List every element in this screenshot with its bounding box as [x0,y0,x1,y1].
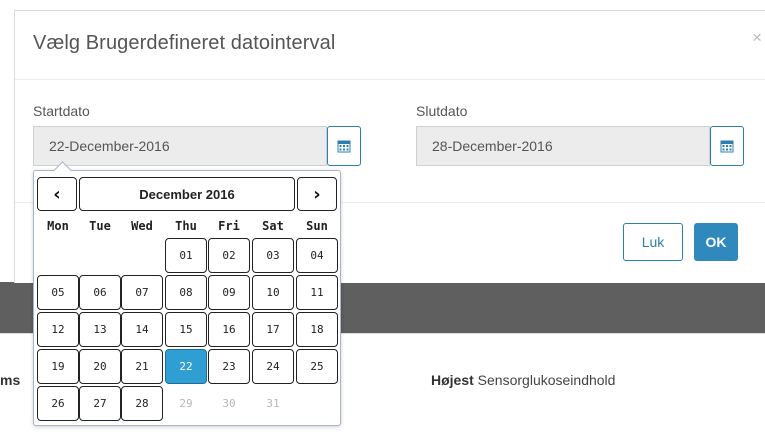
day-cell[interactable]: 25 [296,349,338,384]
end-date-label: Slutdato [416,103,468,119]
weekday-header: Mon [47,219,69,233]
day-cell[interactable]: 07 [121,275,163,310]
day-cell[interactable]: 26 [37,386,79,421]
day-cell: 31 [252,386,294,421]
day-cell[interactable]: 13 [79,312,121,347]
day-cell[interactable]: 08 [165,275,207,310]
day-cell: 29 [165,386,207,421]
weekday-header: Wed [131,219,153,233]
chevron-right-icon: › [313,183,321,205]
day-cell: 30 [208,386,250,421]
weekday-header: Sun [306,219,328,233]
calendar-icon [337,140,351,153]
day-cell[interactable]: 20 [79,349,121,384]
day-cell[interactable]: 21 [121,349,163,384]
close-icon[interactable]: × [752,28,762,48]
day-cell[interactable]: 15 [165,312,207,347]
start-date-calendar-button[interactable] [327,126,361,166]
day-cell[interactable]: 24 [252,349,294,384]
end-date-input[interactable]: 28-December-2016 [416,126,710,166]
weekday-header: Tue [89,219,111,233]
day-cell[interactable]: 19 [37,349,79,384]
day-cell[interactable]: 28 [121,386,163,421]
weekday-header: Thu [175,219,197,233]
prev-month-button[interactable]: ‹ [37,177,77,211]
day-cell[interactable]: 23 [208,349,250,384]
day-cell[interactable]: 14 [121,312,163,347]
datepicker-popup: ‹ December 2016 › Mon Tue Wed Thu Fri Sat Sun 0… [33,161,341,426]
day-cell[interactable]: 17 [252,312,294,347]
day-cell[interactable]: 27 [79,386,121,421]
day-cell[interactable]: 01 [165,238,207,273]
day-cell[interactable]: 03 [252,238,294,273]
modal-header-divider [15,79,765,80]
day-cell[interactable]: 02 [208,238,250,273]
ok-button[interactable]: OK [694,223,738,261]
weekday-header: Sat [262,219,284,233]
day-cell[interactable]: 18 [296,312,338,347]
day-cell[interactable]: 16 [208,312,250,347]
day-cell[interactable]: 05 [37,275,79,310]
next-month-button[interactable]: › [297,177,337,211]
page-right-rest: Sensorglukoseindhold [473,372,616,388]
close-button[interactable]: Luk [623,223,683,261]
modal-title: Vælg Brugerdefineret datointerval [33,32,336,54]
chevron-left-icon: ‹ [53,183,61,205]
page-right-label: Højest Sensorglukoseindhold [431,372,615,388]
day-cell[interactable]: 06 [79,275,121,310]
day-cell[interactable]: 04 [296,238,338,273]
start-date-input[interactable]: 22-December-2016 [33,126,327,166]
day-cell-selected[interactable]: 22 [165,349,207,384]
page-left-label: ms [0,372,21,388]
calendar-icon [720,140,734,153]
day-cell[interactable]: 10 [252,275,294,310]
weekday-header: Fri [218,219,240,233]
day-cell[interactable]: 09 [208,275,250,310]
end-date-calendar-button[interactable] [710,126,744,166]
start-date-label: Startdato [33,103,90,119]
day-cell[interactable]: 12 [37,312,79,347]
page-right-bold: Højest [431,372,474,388]
day-cell[interactable]: 11 [296,275,338,310]
month-title[interactable]: December 2016 [79,177,295,211]
